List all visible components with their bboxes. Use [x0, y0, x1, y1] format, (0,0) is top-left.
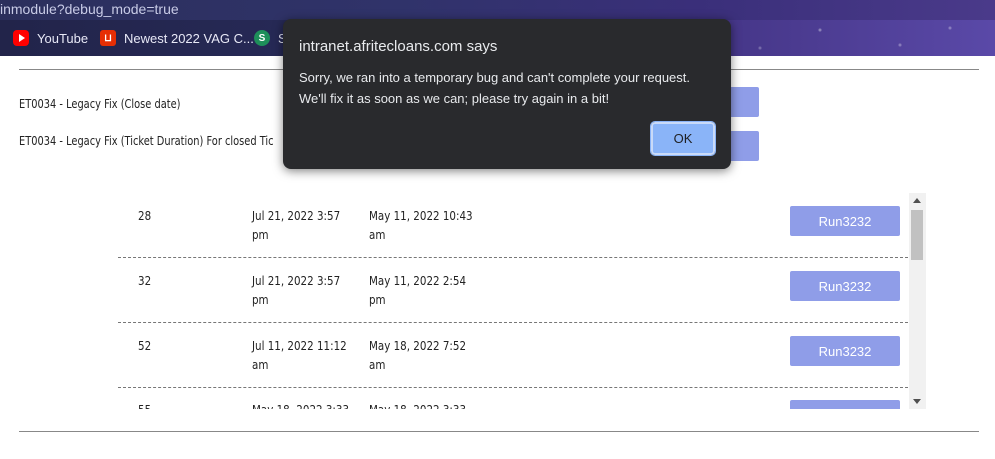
address-bar[interactable]: inmodule?debug_mode=true	[0, 0, 995, 20]
scrollbar-thumb[interactable]	[911, 210, 923, 260]
row-date-1: Jul 21, 2022 3:57 pm	[252, 209, 341, 242]
dialog-message-line-1: Sorry, we ran into a temporary bug and c…	[299, 70, 690, 85]
youtube-icon	[13, 30, 29, 46]
dialog-title: intranet.afritecloans.com says	[299, 38, 498, 55]
dialog-message: Sorry, we ran into a temporary bug and c…	[299, 67, 719, 109]
row-id: 52	[138, 339, 152, 353]
table-row: 28 Jul 21, 2022 3:57 pm May 11, 2022 10:…	[118, 193, 908, 258]
row-date-2: May 11, 2022 2:54 pm	[369, 274, 467, 307]
scroll-up-arrow-icon[interactable]	[913, 198, 921, 203]
dialog-message-line-2: We'll fix it as soon as we can; please t…	[299, 91, 610, 106]
row-date-2: May 11, 2022 10:43 am	[369, 209, 473, 242]
task-label-close-date: ET0034 - Legacy Fix (Close date)	[19, 97, 181, 111]
row-date-1: May 18, 2022 3:33	[252, 401, 355, 409]
run-button[interactable]: Run3232	[790, 271, 900, 301]
run-button[interactable]: Run3232	[790, 400, 900, 409]
bookmark-vag[interactable]: ⊔ Newest 2022 VAG C...	[100, 28, 254, 48]
row-date-2: May 18, 2022 3:33	[369, 401, 481, 409]
divider-bottom	[19, 431, 979, 432]
row-id: 28	[138, 209, 152, 223]
bookmark-s[interactable]: S S	[254, 28, 287, 48]
bookmark-youtube[interactable]: YouTube	[13, 28, 88, 48]
row-id: 55	[138, 401, 151, 409]
dialog-ok-button[interactable]: OK	[650, 121, 716, 156]
task-label-ticket-duration: ET0034 - Legacy Fix (Ticket Duration) Fo…	[19, 134, 274, 148]
row-id: 32	[138, 274, 152, 288]
table-row: 52 Jul 11, 2022 11:12 am May 18, 2022 7:…	[118, 323, 908, 388]
aliexpress-icon: ⊔	[100, 30, 116, 46]
scroll-down-arrow-icon[interactable]	[913, 399, 921, 404]
alert-dialog: intranet.afritecloans.com says Sorry, we…	[283, 19, 731, 169]
bookmark-label: YouTube	[37, 30, 89, 46]
row-date-1: Jul 21, 2022 3:57 pm	[252, 274, 341, 307]
table-row: 55 May 18, 2022 3:33 May 18, 2022 3:33 R…	[118, 387, 908, 409]
records-table: 28 Jul 21, 2022 3:57 pm May 11, 2022 10:…	[118, 193, 926, 409]
row-date-1: Jul 11, 2022 11:12 am	[252, 339, 347, 372]
run-button[interactable]: Run3232	[790, 336, 900, 366]
table-row: 32 Jul 21, 2022 3:57 pm May 11, 2022 2:5…	[118, 258, 908, 323]
address-bar-text: inmodule?debug_mode=true	[0, 1, 179, 17]
run-button[interactable]: Run3232	[790, 206, 900, 236]
row-date-2: May 18, 2022 7:52 am	[369, 339, 467, 372]
bookmark-label: Newest 2022 VAG C...	[124, 30, 254, 46]
table-scrollbar[interactable]	[909, 193, 926, 409]
s-site-icon: S	[254, 30, 270, 46]
